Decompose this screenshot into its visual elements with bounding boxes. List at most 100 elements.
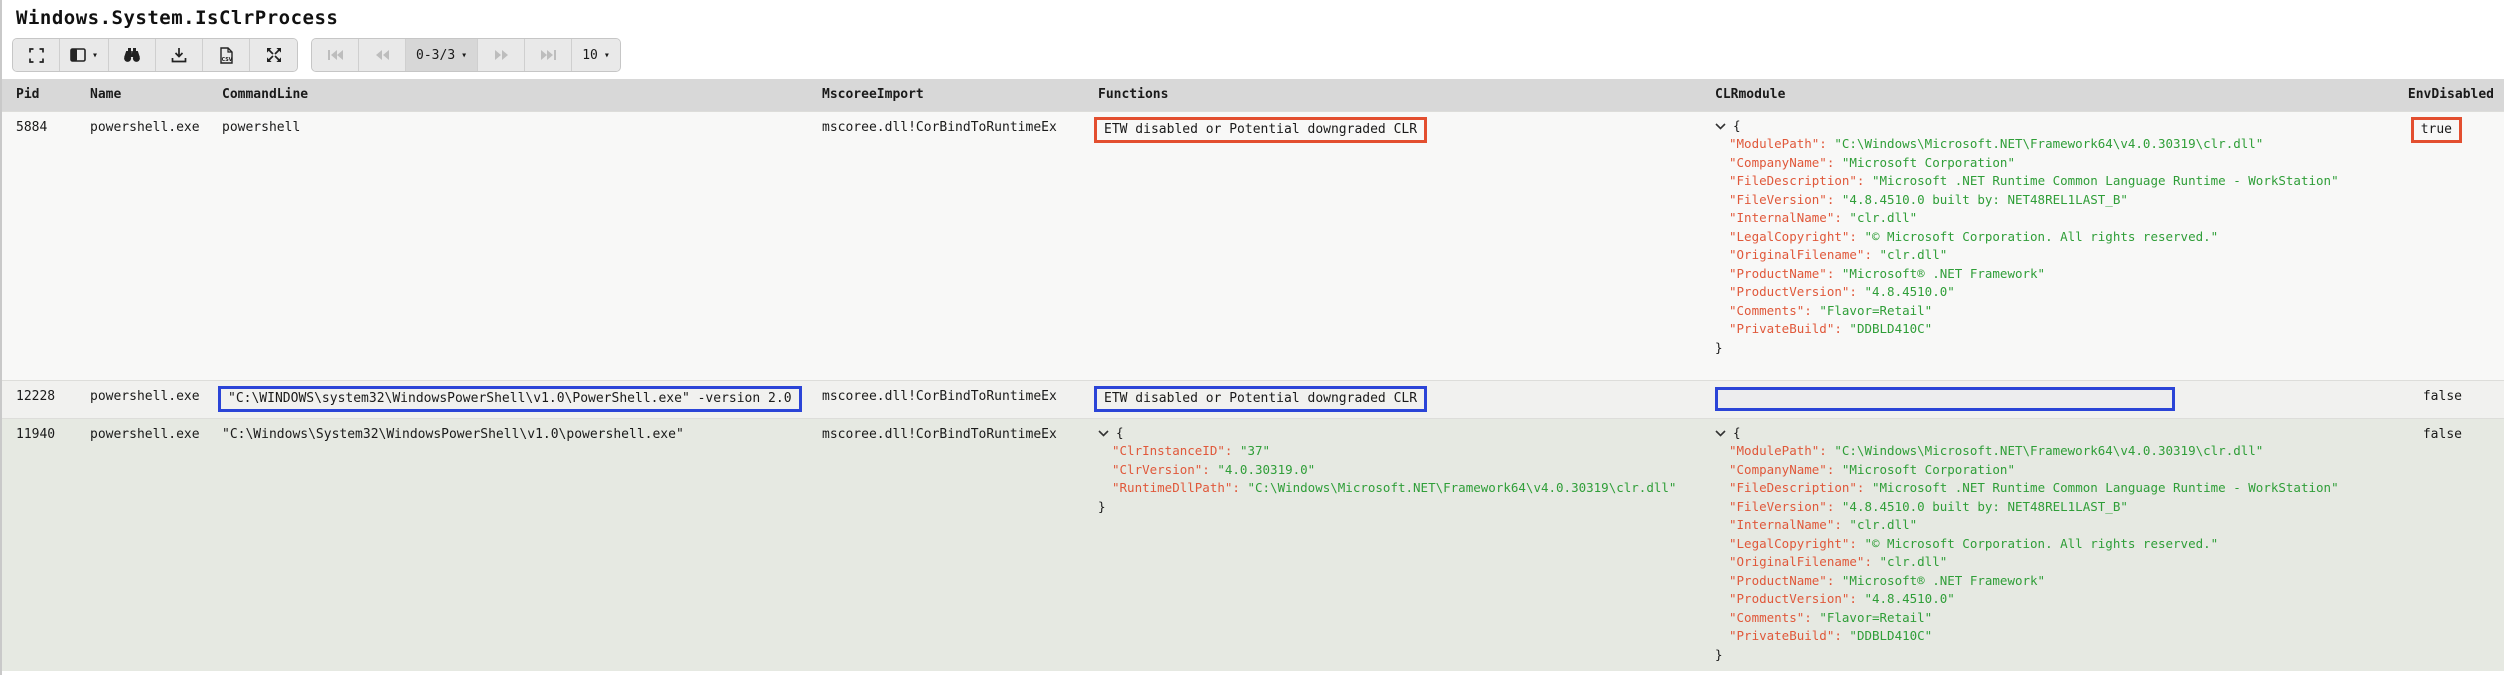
csv-file-icon: CSV: [219, 46, 234, 64]
cell-functions: ETW disabled or Potential downgraded CLR: [1084, 379, 1701, 418]
cell-functions: { "ClrInstanceID": "37" "ClrVersion": "4.0…: [1084, 417, 1701, 671]
table-row: 5884 powershell.exe powershell mscoree.dll!…: [2, 110, 2504, 380]
json-value: "Flavor=Retail": [1819, 302, 1933, 318]
json-viewer: {"ModulePath": "C:\Windows\Microsoft.NET…: [1715, 117, 2339, 358]
json-value: "Microsoft .NET Runtime Common Language …: [1872, 173, 2339, 188]
column-header-functions[interactable]: Functions: [1084, 79, 1701, 111]
collapse-icon[interactable]: [1715, 117, 1726, 136]
json-key: "FileVersion":: [1729, 498, 1842, 514]
column-header-name[interactable]: Name: [76, 79, 208, 111]
json-key: "FileVersion":: [1729, 191, 1842, 207]
json-brace: {: [1116, 424, 1124, 440]
json-close-line: }: [1098, 498, 1106, 514]
json-value: "Microsoft® .NET Framework": [1841, 572, 2046, 588]
json-key: "ClrVersion":: [1112, 461, 1218, 477]
page-range-dropdown[interactable]: 0-3/3 ▾: [406, 39, 479, 71]
table-row: 12228 powershell.exe "C:\WINDOWS\system32\…: [2, 379, 2504, 418]
caret-down-icon: ▾: [461, 49, 468, 61]
json-entry: "OriginalFilename": "clr.dll": [1715, 246, 2328, 265]
json-brace: {: [1733, 424, 1741, 440]
cell-clrmodule: {"ModulePath": "C:\Windows\Microsoft.NET…: [1701, 417, 2339, 671]
cell-envdisabled: true: [2332, 110, 2504, 380]
json-entry: "FileDescription": "Microsoft .NET Runti…: [1715, 479, 2339, 498]
caret-down-icon: ▾: [92, 49, 99, 61]
json-value: "© Microsoft Corporation. All rights res…: [1864, 228, 2219, 244]
json-entry: "ProductVersion": "4.8.4510.0": [1715, 283, 2328, 302]
json-key: "RuntimeDllPath":: [1112, 480, 1248, 495]
cell-clrmodule: {"ModulePath": "C:\Windows\Microsoft.NET…: [1701, 110, 2339, 380]
prev-page-button[interactable]: [359, 39, 407, 71]
collapse-icon[interactable]: [1715, 424, 1726, 443]
json-value: "Flavor=Retail": [1819, 609, 1933, 625]
columns-button[interactable]: ▾: [60, 39, 110, 71]
skip-start-icon: [327, 49, 344, 61]
json-entry: "FileVersion": "4.8.4510.0 built by: NET…: [1715, 498, 2328, 517]
json-entry: "ClrVersion": "4.0.30319.0": [1098, 461, 1697, 480]
cell-name: powershell.exe: [76, 379, 208, 418]
json-value: "37": [1239, 443, 1271, 458]
json-entry: "ProductVersion": "4.8.4510.0": [1715, 590, 2328, 609]
json-value: "C:\Windows\Microsoft.NET\Framework64\v4…: [1834, 443, 2264, 458]
json-value: "C:\Windows\Microsoft.NET\Framework64\v4…: [1834, 136, 2264, 151]
json-value: "DDBLD410C": [1849, 321, 1933, 336]
page-title: Windows.System.IsClrProcess: [16, 7, 339, 29]
cell-functions: ETW disabled or Potential downgraded CLR: [1084, 110, 1701, 380]
json-entry: "LegalCopyright": "© Microsoft Corporati…: [1715, 535, 2328, 554]
json-key: "InternalName":: [1729, 517, 1850, 532]
page-size-label: 10: [582, 47, 598, 63]
cell-commandline: "C:\WINDOWS\system32\WindowsPowerShell\v…: [208, 379, 808, 418]
json-value: "DDBLD410C": [1849, 628, 1933, 643]
column-header-clrmodule[interactable]: CLRmodule: [1701, 79, 2332, 111]
cell-pid: 12228: [2, 379, 76, 418]
json-value: "C:\Windows\Microsoft.NET\Framework64\v4…: [1247, 480, 1677, 495]
json-entry: "ModulePath": "C:\Windows\Microsoft.NET\…: [1715, 135, 2328, 154]
json-open-line: {: [1715, 424, 2328, 443]
search-button[interactable]: [109, 39, 157, 71]
cell-envdisabled: false: [2332, 417, 2504, 671]
column-header-envdisabled[interactable]: EnvDisabled: [2332, 79, 2504, 111]
json-entry: "Comments": "Flavor=Retail": [1715, 302, 2328, 321]
json-entry: "InternalName": "clr.dll": [1715, 209, 2328, 228]
json-entry: "OriginalFilename": "clr.dll": [1715, 553, 2328, 572]
json-key: "ProductVersion":: [1729, 591, 1865, 606]
caret-down-icon: ▾: [603, 49, 610, 61]
json-entry: "ProductName": "Microsoft® .NET Framewor…: [1715, 265, 2328, 284]
columns-icon: [70, 48, 86, 62]
column-header-mscoreeimport[interactable]: MscoreeImport: [808, 79, 1084, 111]
json-close-line: }: [1715, 339, 1723, 355]
expand-arrows-button[interactable]: [250, 39, 298, 71]
json-key: "ModulePath":: [1729, 136, 1835, 151]
json-key: "PrivateBuild":: [1729, 628, 1850, 643]
page-size-dropdown[interactable]: 10 ▾: [572, 39, 620, 71]
table-toolbar: ▾ CSV 0-3/3 ▾ 10 ▾: [12, 38, 2504, 72]
json-value: "Microsoft .NET Runtime Common Language …: [1872, 480, 2339, 495]
last-page-button[interactable]: [525, 39, 573, 71]
binoculars-icon: [123, 47, 141, 63]
json-value: "© Microsoft Corporation. All rights res…: [1864, 535, 2219, 551]
json-value: "clr.dll": [1849, 517, 1918, 532]
functions-alert-box: ETW disabled or Potential downgraded CLR: [1094, 385, 1428, 412]
cell-name: powershell.exe: [76, 110, 208, 380]
export-csv-button[interactable]: CSV: [203, 39, 251, 71]
json-value: "4.0.30319.0": [1217, 461, 1316, 477]
collapse-icon[interactable]: [1098, 424, 1109, 443]
json-close-line: }: [1715, 646, 1723, 662]
json-entry: "CompanyName": "Microsoft Corporation": [1715, 461, 2328, 480]
json-entry: "ClrInstanceID": "37": [1098, 442, 1697, 461]
cell-mscoreeimport: mscoree.dll!CorBindToRuntimeEx: [808, 379, 1084, 418]
results-table: Pid Name CommandLine MscoreeImport Functions…: [2, 79, 2504, 671]
next-page-button[interactable]: [478, 39, 526, 71]
fullscreen-button[interactable]: [13, 39, 60, 71]
cell-commandline: "C:\Windows\System32\WindowsPowerShell\v…: [208, 417, 808, 671]
column-header-commandline[interactable]: CommandLine: [208, 79, 808, 111]
json-value: "4.8.4510.0 built by: NET48REL1LAST_B": [1841, 498, 2128, 514]
commandline-highlight-box: "C:\WINDOWS\system32\WindowsPowerShell\v…: [218, 385, 802, 412]
svg-text:CSV: CSV: [221, 57, 232, 63]
download-button[interactable]: [156, 39, 204, 71]
json-entry: "PrivateBuild": "DDBLD410C": [1715, 320, 2328, 339]
json-key: "CompanyName":: [1729, 461, 1842, 477]
first-page-button[interactable]: [312, 39, 360, 71]
column-header-pid[interactable]: Pid: [2, 79, 76, 111]
json-key: "FileDescription":: [1729, 173, 1872, 188]
json-viewer: {"ModulePath": "C:\Windows\Microsoft.NET…: [1715, 424, 2339, 665]
